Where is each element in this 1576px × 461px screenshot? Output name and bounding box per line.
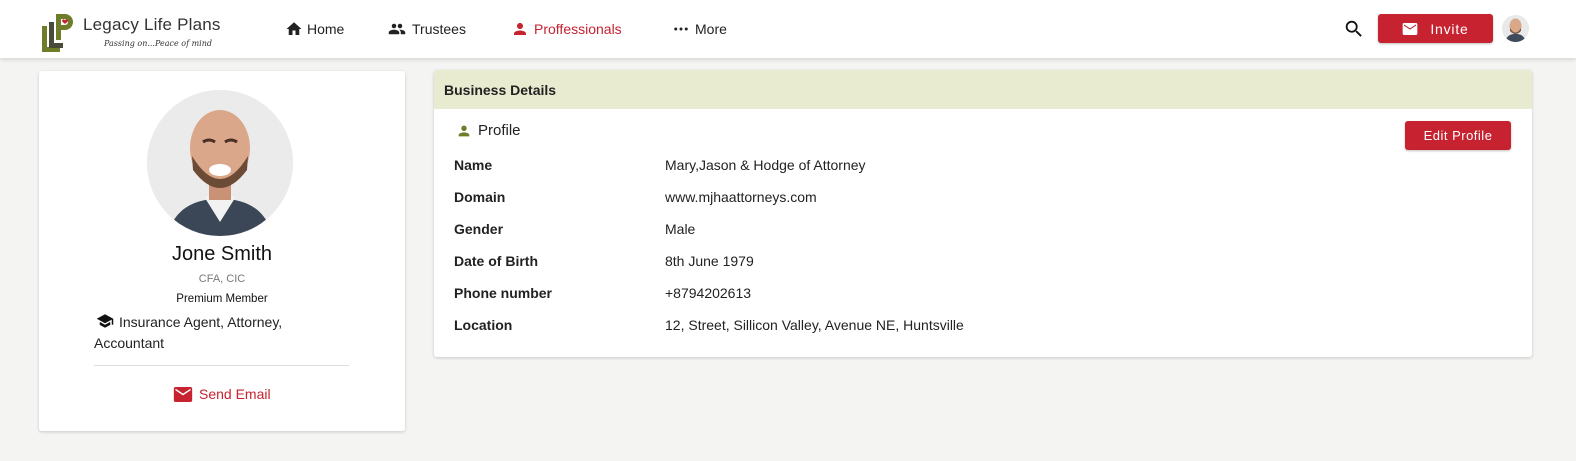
profile-card: Jone Smith CFA, CIC Premium Member Insur… <box>39 71 405 431</box>
nav-item-proffessionals[interactable]: Proffessionals <box>510 18 622 40</box>
avatar-photo-icon <box>1502 15 1529 42</box>
membership-badge: Premium Member <box>176 293 268 305</box>
field-value: 12, Street, Sillicon Valley, Avenue NE, … <box>665 317 964 333</box>
graduation-cap-icon <box>96 314 114 328</box>
field-label: Location <box>454 317 513 333</box>
mail-icon <box>1403 22 1418 35</box>
nav-item-home[interactable]: Home <box>285 18 344 40</box>
profile-name: Jone Smith <box>171 243 273 265</box>
section-header: Business Details <box>434 70 1532 109</box>
invite-button[interactable]: Invite <box>1378 14 1493 43</box>
top-navigation-bar: Legacy Life Plans Passing on...Peace of … <box>0 0 1576 58</box>
more-horizontal-icon <box>674 27 688 31</box>
home-icon <box>286 22 302 35</box>
logo-tagline: Passing on...Peace of mind <box>104 39 212 48</box>
person-icon <box>514 23 526 35</box>
field-label: Domain <box>454 189 506 205</box>
profile-section-label: Profile <box>456 122 521 139</box>
field-value: Mary,Jason & Hodge of Attorney <box>665 157 866 173</box>
people-icon <box>388 23 406 35</box>
detail-row-date-of-birth: Date of Birth 8th June 1979 <box>454 253 1454 273</box>
field-label: Phone number <box>454 285 553 301</box>
field-label: Gender <box>454 221 504 237</box>
detail-row-location: Location 12, Street, Sillicon Valley, Av… <box>454 317 1454 337</box>
nav-item-label: Trustees <box>412 21 466 37</box>
profile-roles: Insurance Agent, Attorney, Accountant <box>94 312 324 354</box>
detail-row-phone: Phone number +8794202613 <box>454 285 1454 305</box>
divider <box>94 365 349 366</box>
field-value: Male <box>665 221 696 237</box>
field-label: Name <box>454 157 493 173</box>
detail-row-gender: Gender Male <box>454 221 1454 241</box>
business-details-card: Business Details Profile Edit Profile Na… <box>434 70 1532 357</box>
send-email-label: Send Email <box>199 386 271 402</box>
logo[interactable]: Legacy Life Plans Passing on...Peace of … <box>40 10 240 54</box>
nav-item-label: Home <box>307 21 345 37</box>
mail-icon <box>173 386 193 402</box>
nav-item-label: More <box>695 21 727 37</box>
field-value: +8794202613 <box>665 285 752 301</box>
field-label: Date of Birth <box>454 253 538 269</box>
detail-row-name: Name Mary,Jason & Hodge of Attorney <box>454 157 1454 177</box>
send-email-link[interactable]: Send Email <box>173 383 271 405</box>
search-button[interactable] <box>1343 18 1365 40</box>
logo-mark-icon <box>42 14 73 52</box>
field-value: www.mjhaattorneys.com <box>665 189 817 205</box>
edit-profile-label: Edit Profile <box>1423 128 1493 143</box>
profile-photo-icon <box>147 90 293 236</box>
nav-item-trustees[interactable]: Trustees <box>386 18 466 40</box>
profile-section-text: Profile <box>478 122 521 139</box>
field-value: 8th June 1979 <box>665 253 754 269</box>
person-icon <box>458 125 470 136</box>
profile-avatar <box>147 90 293 236</box>
search-icon <box>1345 20 1362 37</box>
nav-item-more[interactable]: More <box>671 18 727 40</box>
profile-credentials: CFA, CIC <box>198 273 246 285</box>
user-avatar[interactable] <box>1502 15 1529 42</box>
nav-item-label: Proffessionals <box>534 21 622 37</box>
invite-label: Invite <box>1430 20 1469 37</box>
edit-profile-button[interactable]: Edit Profile <box>1405 121 1511 150</box>
logo-title: Legacy Life Plans <box>83 15 221 34</box>
detail-row-domain: Domain www.mjhaattorneys.com <box>454 189 1454 209</box>
roles-text: Insurance Agent, Attorney, Accountant <box>94 314 283 351</box>
